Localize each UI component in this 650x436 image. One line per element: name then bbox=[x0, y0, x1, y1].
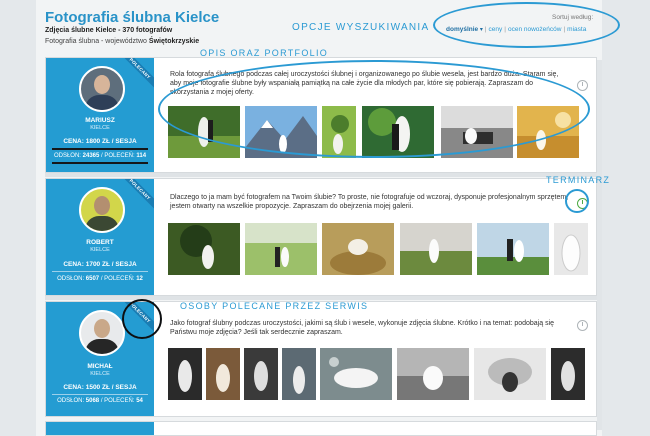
annotation-description-portfolio: OPIS ORAZ PORTFOLIO bbox=[200, 48, 329, 58]
annotation-ellipse-calendar bbox=[565, 189, 589, 213]
divider bbox=[52, 162, 148, 164]
page-subtitle: Zdjęcia ślubne Kielce - 370 fotografów bbox=[45, 27, 173, 34]
portfolio-thumb[interactable] bbox=[554, 223, 588, 275]
portfolio-thumb[interactable] bbox=[282, 348, 316, 400]
annotation-ellipse-portfolio bbox=[158, 60, 590, 158]
clock-icon[interactable] bbox=[577, 320, 588, 331]
annotation-search-options: OPCJE WYSZUKIWANIA bbox=[292, 22, 430, 33]
photographer-city: KIELCE bbox=[90, 125, 110, 131]
portfolio-thumb[interactable] bbox=[474, 348, 546, 400]
photographer-sidebar bbox=[46, 422, 154, 435]
portfolio-thumb[interactable] bbox=[206, 348, 240, 400]
portfolio-thumb[interactable] bbox=[400, 223, 472, 275]
photographer-city: KIELCE bbox=[90, 371, 110, 377]
photographer-name[interactable]: MARIUSZ bbox=[46, 117, 154, 124]
annotation-ellipse-sort bbox=[433, 2, 620, 48]
photographer-card[interactable] bbox=[45, 421, 597, 436]
breadcrumb: Fotografia ślubna - województwo Świętokr… bbox=[45, 38, 199, 45]
annotation-calendar: TERMINARZ bbox=[546, 175, 611, 185]
photographer-name[interactable]: MICHAŁ bbox=[46, 363, 154, 370]
breadcrumb-prefix: Fotografia ślubna - województwo bbox=[45, 38, 147, 45]
annotation-recommended: OSOBY POLECANE PRZEZ SERWIS bbox=[180, 301, 369, 311]
portfolio-thumb[interactable] bbox=[551, 348, 585, 400]
photographer-stats: ODSŁON: 5068 / POLECEŃ: 54 bbox=[57, 398, 143, 404]
avatar[interactable] bbox=[79, 310, 125, 356]
photographer-city: KIELCE bbox=[90, 247, 110, 253]
photographer-name[interactable]: ROBERT bbox=[46, 239, 154, 246]
divider bbox=[52, 148, 148, 150]
photographer-price: CENA: 1800 ZŁ / SESJA bbox=[63, 138, 137, 145]
avatar[interactable] bbox=[79, 66, 125, 112]
portfolio-thumb[interactable] bbox=[397, 348, 469, 400]
photographer-card[interactable]: ROBERT KIELCE CENA: 1700 ZŁ / SESJA ODSŁ… bbox=[45, 178, 597, 296]
portfolio-thumb[interactable] bbox=[245, 223, 317, 275]
photographer-price: CENA: 1700 ZŁ / SESJA bbox=[63, 261, 137, 268]
photographer-price: CENA: 1500 ZŁ / SESJA bbox=[63, 384, 137, 391]
divider bbox=[45, 296, 597, 300]
photographer-description: Dlaczego to ja mam być fotografem na Two… bbox=[170, 194, 569, 210]
portfolio-thumb[interactable] bbox=[322, 223, 394, 275]
divider bbox=[45, 173, 597, 177]
photographer-stats: ODSŁON: 24365 / POLECEŃ: 114 bbox=[53, 153, 147, 159]
portfolio-thumb[interactable] bbox=[168, 223, 240, 275]
avatar[interactable] bbox=[79, 187, 125, 233]
photographer-sidebar: ROBERT KIELCE CENA: 1700 ZŁ / SESJA ODSŁ… bbox=[46, 179, 154, 295]
portfolio-thumb[interactable] bbox=[244, 348, 278, 400]
annotation-ring-recommended bbox=[122, 299, 162, 339]
divider bbox=[52, 271, 148, 272]
page-title: Fotografia ślubna Kielce bbox=[45, 9, 220, 26]
photographer-description: Jako fotograf ślubny podczas uroczystośc… bbox=[170, 320, 555, 336]
photographer-sidebar: MARIUSZ KIELCE CENA: 1800 ZŁ / SESJA ODS… bbox=[46, 58, 154, 172]
divider bbox=[52, 394, 148, 395]
portfolio-thumb[interactable] bbox=[477, 223, 549, 275]
portfolio-thumb[interactable] bbox=[320, 348, 392, 400]
breadcrumb-region[interactable]: Świętokrzyskie bbox=[149, 38, 199, 45]
scrollbar[interactable] bbox=[597, 60, 602, 430]
clock-icon[interactable] bbox=[577, 80, 588, 91]
photographer-stats: ODSŁON: 6507 / POLECEŃ: 12 bbox=[57, 276, 143, 282]
portfolio-thumb[interactable] bbox=[168, 348, 202, 400]
